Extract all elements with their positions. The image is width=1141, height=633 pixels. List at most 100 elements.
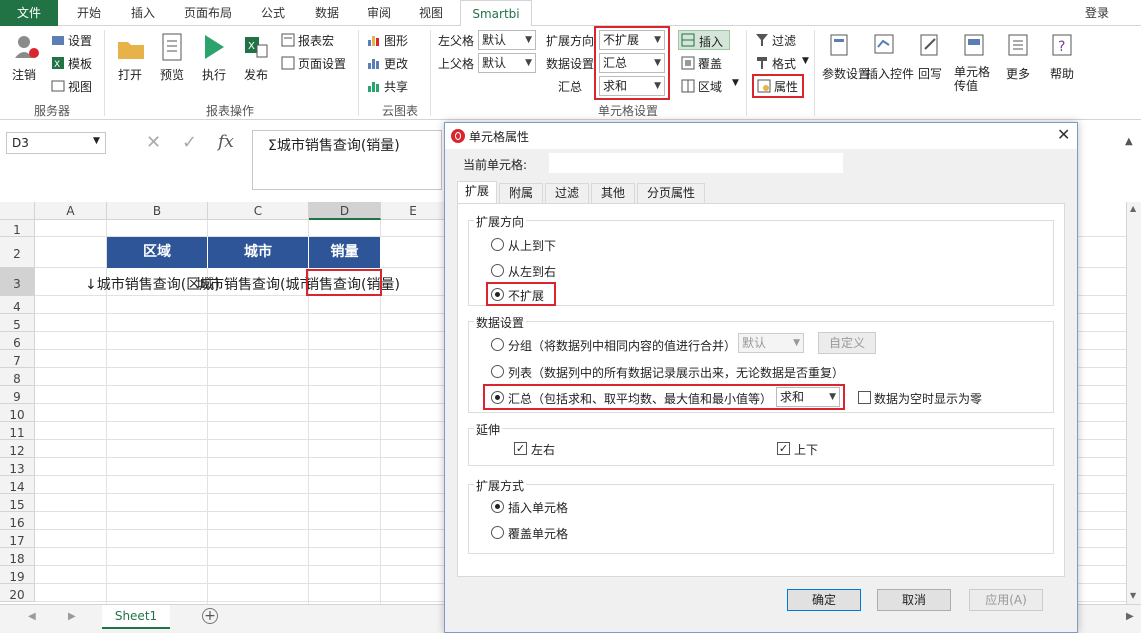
- chevron-up-icon[interactable]: ▲: [1125, 136, 1133, 147]
- insert-control-button[interactable]: 插入控件: [866, 65, 914, 82]
- cell-pass-button[interactable]: 单元格传值: [954, 65, 994, 93]
- name-box[interactable]: D3 ▼: [6, 132, 106, 154]
- close-icon[interactable]: ✕: [1057, 125, 1070, 144]
- tab-review[interactable]: 审阅: [356, 0, 402, 26]
- row-header[interactable]: 16: [0, 512, 35, 530]
- row-header[interactable]: 9: [0, 386, 35, 404]
- radio-left-right[interactable]: [491, 264, 504, 277]
- formula-input[interactable]: Σ城市销售查询(销量): [252, 130, 442, 190]
- tab-home[interactable]: 开始: [66, 0, 112, 26]
- row-header[interactable]: 7: [0, 350, 35, 368]
- ok-button[interactable]: 确定: [787, 589, 861, 611]
- preview-button[interactable]: 预览: [160, 66, 184, 83]
- group-select[interactable]: 默认 ▼: [738, 333, 804, 353]
- row-header[interactable]: 8: [0, 368, 35, 386]
- template-button[interactable]: 模板: [68, 55, 92, 72]
- vertical-scrollbar[interactable]: ▲ ▼: [1126, 202, 1141, 605]
- add-sheet-icon[interactable]: +: [202, 608, 218, 624]
- radio-summary[interactable]: [491, 391, 504, 404]
- top-parent-select[interactable]: 默认 ▼: [478, 53, 536, 73]
- cover-button[interactable]: 覆盖: [698, 55, 722, 72]
- logout-button[interactable]: 注销: [12, 66, 36, 83]
- row-header[interactable]: 12: [0, 440, 35, 458]
- view-button[interactable]: 视图: [68, 78, 92, 95]
- row-header[interactable]: 18: [0, 548, 35, 566]
- tab-smartbi[interactable]: Smartbi: [460, 0, 532, 27]
- param-setting-button[interactable]: 参数设置: [822, 65, 870, 82]
- row-header[interactable]: 10: [0, 404, 35, 422]
- tab-page-layout[interactable]: 页面布局: [174, 0, 242, 26]
- cancel-icon[interactable]: ✕: [146, 132, 161, 153]
- row-header[interactable]: 5: [0, 314, 35, 332]
- chevron-down-icon[interactable]: ▼: [1130, 591, 1136, 600]
- row-header[interactable]: 6: [0, 332, 35, 350]
- row-header[interactable]: 19: [0, 566, 35, 584]
- prev-sheet-icon[interactable]: ◀: [28, 611, 36, 622]
- macro-button[interactable]: 报表宏: [298, 32, 334, 49]
- summary-select[interactable]: 求和 ▼: [599, 76, 665, 96]
- column-header[interactable]: B: [107, 202, 208, 220]
- radio-group[interactable]: [491, 338, 504, 351]
- checkbox-zero-if-empty[interactable]: [858, 391, 871, 404]
- row-header[interactable]: 15: [0, 494, 35, 512]
- format-button[interactable]: 格式: [772, 55, 796, 72]
- login-link[interactable]: 登录: [1080, 0, 1114, 26]
- dialog-tab-expand[interactable]: 扩展: [457, 181, 497, 203]
- row-header[interactable]: 3: [0, 268, 35, 296]
- summary-type-select[interactable]: 求和 ▼: [776, 387, 840, 407]
- row-header[interactable]: 17: [0, 530, 35, 548]
- left-parent-select[interactable]: 默认 ▼: [478, 30, 536, 50]
- row-header[interactable]: 14: [0, 476, 35, 494]
- row-header[interactable]: 11: [0, 422, 35, 440]
- header-cell-region[interactable]: 区域: [107, 237, 208, 268]
- execute-button[interactable]: 执行: [202, 66, 226, 83]
- chevron-up-icon[interactable]: ▲: [1130, 204, 1136, 213]
- next-sheet-icon[interactable]: ▶: [68, 611, 76, 622]
- chevron-down-icon[interactable]: ▼: [732, 78, 739, 88]
- update-button[interactable]: 更改: [384, 55, 408, 72]
- radio-list[interactable]: [491, 365, 504, 378]
- current-cell-input[interactable]: [549, 153, 843, 173]
- confirm-icon[interactable]: ✓: [182, 132, 197, 153]
- sheet-tab[interactable]: Sheet1: [102, 605, 170, 629]
- fx-icon[interactable]: fx: [218, 132, 234, 152]
- property-button[interactable]: 属性: [774, 78, 798, 95]
- row-header[interactable]: 13: [0, 458, 35, 476]
- page-setup-button[interactable]: 页面设置: [298, 55, 346, 72]
- dialog-tab-filter[interactable]: 过滤: [545, 183, 589, 203]
- tab-insert[interactable]: 插入: [120, 0, 166, 26]
- settings-button[interactable]: 设置: [68, 32, 92, 49]
- radio-no-expand[interactable]: [491, 288, 504, 301]
- cell-c3[interactable]: 城市销售查询(城市): [196, 274, 309, 294]
- cancel-button[interactable]: 取消: [877, 589, 951, 611]
- tab-file[interactable]: 文件: [0, 0, 58, 26]
- write-back-button[interactable]: 回写: [918, 65, 942, 82]
- expand-direction-select[interactable]: 不扩展 ▼: [599, 30, 665, 50]
- help-button[interactable]: 帮助: [1050, 65, 1074, 82]
- row-header[interactable]: 4: [0, 296, 35, 314]
- tab-formula[interactable]: 公式: [250, 0, 296, 26]
- share-button[interactable]: 共享: [384, 78, 408, 95]
- data-setting-select[interactable]: 汇总 ▼: [599, 53, 665, 73]
- column-header[interactable]: A: [35, 202, 107, 220]
- dialog-tab-attach[interactable]: 附属: [499, 183, 543, 203]
- column-header[interactable]: E: [381, 202, 446, 220]
- dialog-tab-other[interactable]: 其他: [591, 183, 635, 203]
- row-header[interactable]: 20: [0, 584, 35, 602]
- tab-data[interactable]: 数据: [304, 0, 350, 26]
- filter-button[interactable]: 过滤: [772, 32, 796, 49]
- row-header[interactable]: 1: [0, 220, 35, 237]
- dialog-tab-paging[interactable]: 分页属性: [637, 183, 705, 203]
- row-header[interactable]: 2: [0, 237, 35, 268]
- column-header[interactable]: D: [309, 202, 381, 220]
- more-button[interactable]: 更多: [1006, 65, 1030, 82]
- publish-button[interactable]: 发布: [244, 66, 268, 83]
- tab-view[interactable]: 视图: [408, 0, 454, 26]
- custom-button[interactable]: 自定义: [818, 332, 876, 354]
- header-cell-sales[interactable]: 销量: [309, 237, 381, 268]
- checkbox-extend-ud[interactable]: ✓: [777, 442, 790, 455]
- apply-button[interactable]: 应用(A): [969, 589, 1043, 611]
- chevron-down-icon[interactable]: ▼: [802, 56, 809, 66]
- area-button[interactable]: 区域: [698, 78, 722, 95]
- open-button[interactable]: 打开: [118, 66, 142, 83]
